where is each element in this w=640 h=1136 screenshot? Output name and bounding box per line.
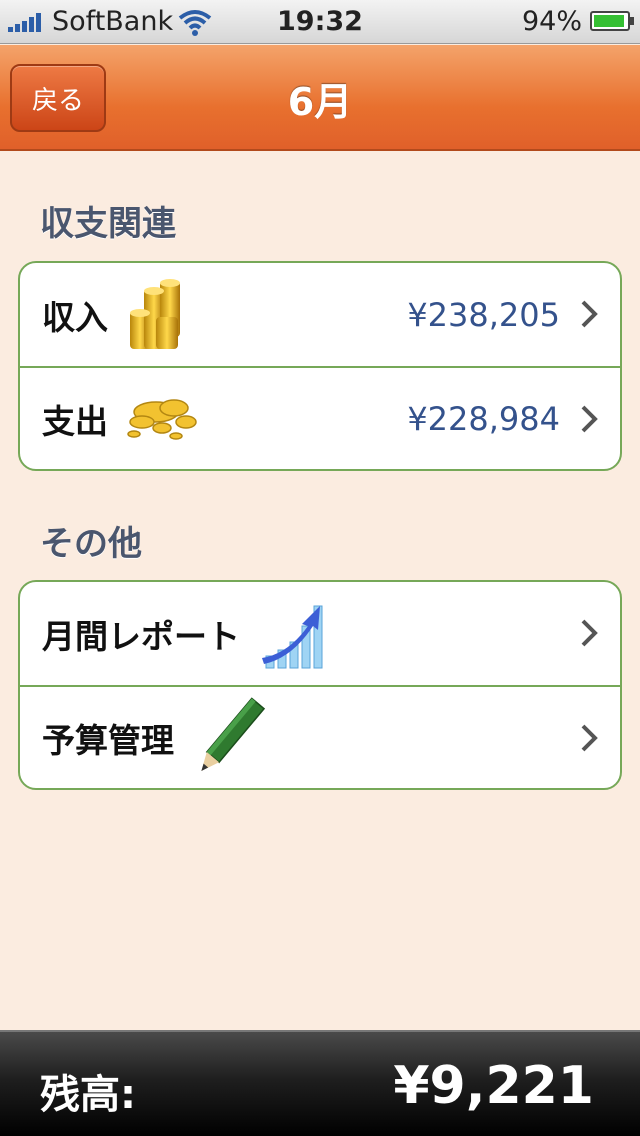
income-amount: ¥238,205 [407, 295, 560, 334]
budget-management-label: 予算管理 [42, 720, 174, 760]
page-title: 6月 [287, 80, 353, 124]
status-bar: SoftBank 19:32 94% [0, 0, 640, 44]
income-row[interactable]: 収入 ¥238,205 [20, 263, 620, 366]
income-label: 収入 [42, 297, 108, 337]
chevron-right-icon [581, 300, 598, 328]
chevron-right-icon [581, 619, 598, 647]
budget-management-row[interactable]: 予算管理 [20, 685, 620, 788]
monthly-report-row[interactable]: 月間レポート [20, 582, 620, 685]
balance-bar: 残高: ¥9,221 [0, 1030, 640, 1136]
chevron-right-icon [581, 724, 598, 752]
section-header-other: その他 [40, 524, 142, 564]
battery-percentage: 94% [521, 6, 582, 37]
monthly-report-label: 月間レポート [42, 616, 240, 656]
other-group: 月間レポート 予算管理 [18, 580, 622, 790]
finance-group: 収入 ¥238,205 支出 ¥228,984 [18, 261, 622, 471]
growth-chart-icon [258, 596, 328, 672]
battery-icon [590, 11, 634, 31]
expense-amount: ¥228,984 [407, 399, 560, 438]
scattered-coins-icon [126, 394, 200, 444]
gold-coin-stack-icon [126, 277, 186, 353]
expense-row[interactable]: 支出 ¥228,984 [20, 366, 620, 469]
navigation-bar: 戻る 6月 [0, 45, 640, 151]
balance-amount: ¥9,221 [393, 1056, 594, 1116]
section-header-finance: 収支関連 [40, 204, 176, 244]
expense-label: 支出 [42, 401, 108, 441]
balance-label: 残高: [40, 1072, 136, 1118]
pencil-icon [192, 695, 266, 781]
chevron-right-icon [581, 405, 598, 433]
